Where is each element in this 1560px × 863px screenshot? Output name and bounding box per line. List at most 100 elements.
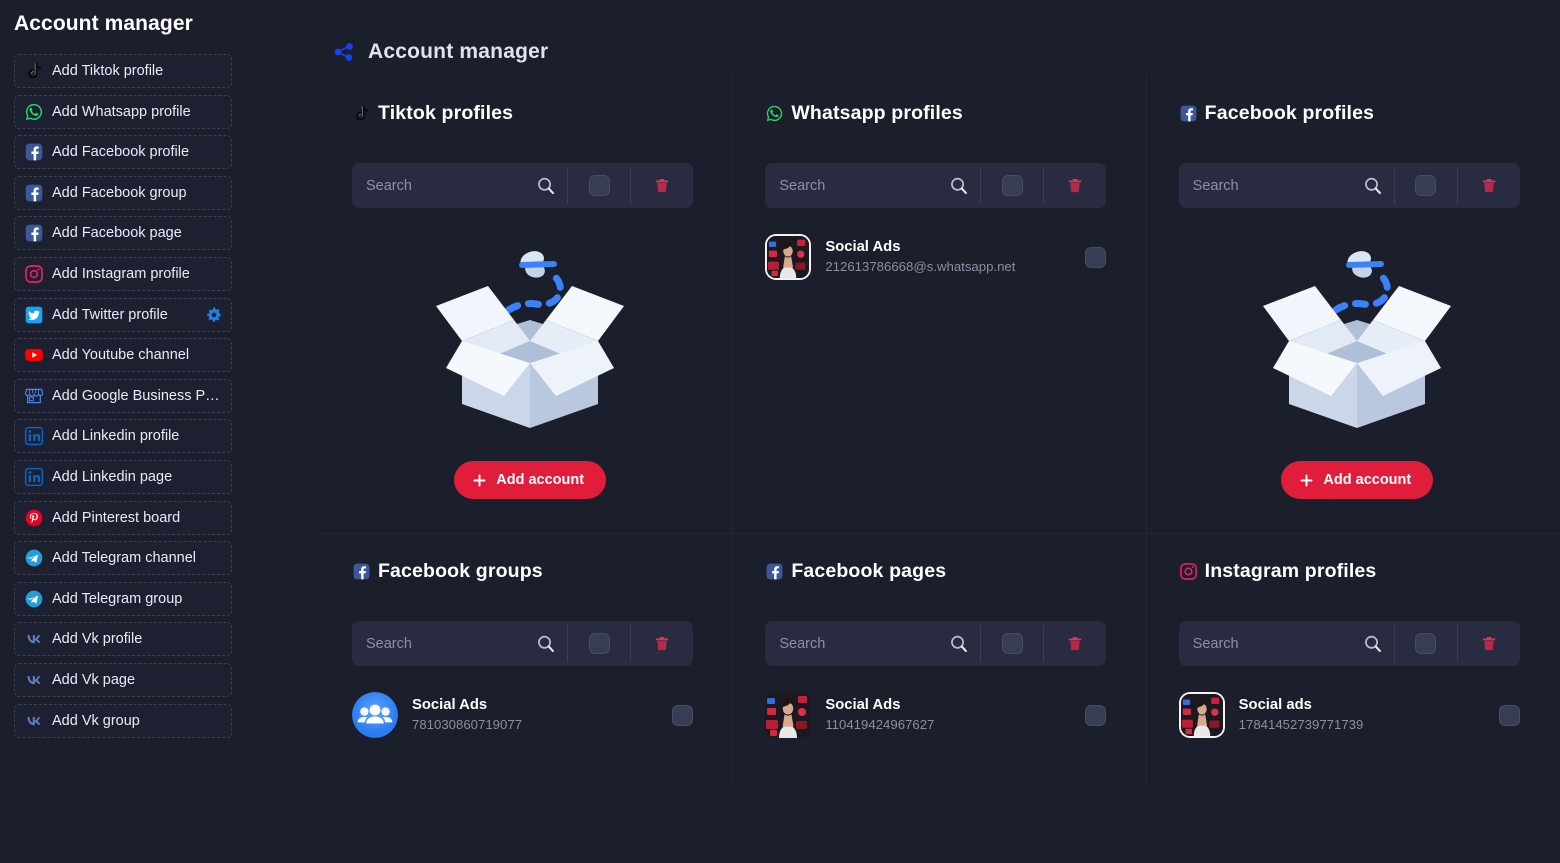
sidebar-item-add-youtube-channel[interactable]: Add Youtube channel — [14, 338, 232, 373]
sidebar-item-add-vk-page[interactable]: Add Vk page — [14, 662, 232, 697]
select-all-cell[interactable] — [1395, 621, 1457, 666]
search-toolbar — [352, 621, 693, 666]
account-info: Social Ads 781030860719077 — [412, 696, 672, 734]
account-row[interactable]: Social Ads 781030860719077 — [352, 692, 693, 738]
account-name: Social Ads — [412, 697, 488, 713]
select-all-cell[interactable] — [1395, 163, 1457, 208]
add-account-button[interactable]: Add account — [1281, 461, 1434, 499]
sidebar: Account manager Add Tiktok profile Add Wh… — [0, 0, 320, 863]
search-input[interactable] — [1192, 635, 1362, 652]
sidebar-item-add-telegram-group[interactable]: Add Telegram group — [14, 581, 232, 616]
card-tiktok-profiles: Tiktok profiles Add account — [320, 74, 734, 534]
sidebar-item-add-pinterest-board[interactable]: Add Pinterest board — [14, 500, 232, 535]
account-manager-app: Account manager Add Tiktok profile Add Wh… — [0, 0, 1560, 863]
delete-selected-cell[interactable] — [1044, 163, 1106, 208]
sidebar-item-label: Add Facebook page — [52, 225, 182, 242]
magnifier-icon[interactable] — [948, 175, 970, 197]
sidebar-item-add-vk-group[interactable]: Add Vk group — [14, 703, 232, 738]
search-field-wrap — [1179, 163, 1394, 208]
trash-icon[interactable] — [1479, 633, 1499, 655]
search-input[interactable] — [366, 635, 535, 652]
whatsapp-icon — [24, 102, 44, 122]
magnifier-icon[interactable] — [535, 633, 557, 655]
sidebar-item-add-facebook-page[interactable]: Add Facebook page — [14, 216, 232, 251]
account-select-checkbox[interactable] — [1498, 704, 1520, 726]
sidebar-item-add-linkedin-page[interactable]: Add Linkedin page — [14, 459, 232, 494]
trash-icon[interactable] — [1479, 175, 1499, 197]
magnifier-icon[interactable] — [1362, 633, 1384, 655]
search-input[interactable] — [1192, 177, 1362, 194]
select-all-cell[interactable] — [981, 163, 1043, 208]
avatar — [1178, 692, 1225, 738]
tiktok-icon — [24, 61, 44, 81]
account-select-checkbox[interactable] — [1085, 246, 1107, 268]
select-all-cell[interactable] — [568, 621, 630, 666]
sidebar-item-add-facebook-profile[interactable]: Add Facebook profile — [14, 135, 232, 170]
card-header: Tiktok profiles — [352, 102, 708, 125]
account-name: Social Ads — [825, 239, 901, 255]
sidebar-item-add-linkedin-profile[interactable]: Add Linkedin profile — [14, 419, 232, 454]
select-all-checkbox[interactable] — [1415, 633, 1437, 654]
account-select-checkbox[interactable] — [1085, 704, 1107, 726]
select-all-checkbox[interactable] — [588, 633, 610, 654]
account-name: Social Ads — [825, 697, 901, 713]
trash-icon[interactable] — [652, 175, 672, 197]
search-input[interactable] — [779, 635, 949, 652]
search-input[interactable] — [366, 177, 535, 194]
search-input[interactable] — [779, 177, 949, 194]
whatsapp-icon — [765, 104, 784, 123]
account-row[interactable]: Social Ads 110419424967627 — [765, 692, 1107, 738]
empty-box-illustration — [1259, 228, 1455, 433]
facebook-icon — [24, 142, 44, 162]
trash-icon[interactable] — [1065, 633, 1085, 655]
sidebar-item-add-whatsapp-profile[interactable]: Add Whatsapp profile — [14, 94, 232, 129]
select-all-cell[interactable] — [568, 163, 630, 208]
select-all-cell[interactable] — [981, 621, 1043, 666]
sidebar-item-add-vk-profile[interactable]: Add Vk profile — [14, 622, 232, 657]
card-header: Instagram profiles — [1179, 560, 1536, 583]
facebook-icon — [24, 223, 44, 243]
sidebar-item-label: Add Telegram group — [52, 590, 183, 607]
sidebar-item-add-telegram-channel[interactable]: Add Telegram channel — [14, 541, 232, 576]
magnifier-icon[interactable] — [948, 633, 970, 655]
card-title: Facebook pages — [791, 560, 947, 582]
magnifier-icon[interactable] — [1362, 175, 1384, 197]
select-all-checkbox[interactable] — [1415, 175, 1437, 196]
delete-selected-cell[interactable] — [1458, 621, 1520, 666]
delete-selected-cell[interactable] — [1044, 621, 1106, 666]
sidebar-item-label: Add Instagram profile — [52, 265, 190, 282]
account-row[interactable]: Social ads 17841452739771739 — [1178, 692, 1520, 738]
select-all-checkbox[interactable] — [1001, 175, 1023, 196]
sidebar-item-add-google-business-pr[interactable]: Add Google Business Pr… — [14, 378, 232, 413]
sidebar-item-add-facebook-group[interactable]: Add Facebook group — [14, 175, 232, 210]
page-header: Account manager — [320, 0, 1560, 74]
search-toolbar — [765, 163, 1107, 208]
account-row[interactable]: Social Ads 212613786668@s.whatsapp.net — [765, 234, 1107, 280]
empty-state-facebook-profiles: Add account — [1179, 208, 1536, 499]
magnifier-icon[interactable] — [535, 175, 557, 197]
trash-icon[interactable] — [652, 633, 672, 655]
select-all-checkbox[interactable] — [1001, 633, 1023, 654]
sidebar-item-list: Add Tiktok profile Add Whatsapp profile Ad… — [0, 38, 320, 738]
search-field-wrap — [765, 621, 980, 666]
sidebar-item-label: Add Vk page — [52, 671, 136, 688]
trash-icon[interactable] — [1065, 175, 1085, 197]
add-account-button[interactable]: Add account — [454, 461, 607, 499]
account-identifier: 212613786668@s.whatsapp.net — [825, 259, 1016, 274]
select-all-checkbox[interactable] — [588, 175, 610, 196]
card-whatsapp-profiles: Whatsapp profiles Social Ads 212613786668… — [733, 74, 1147, 534]
plus-icon — [1299, 473, 1314, 488]
sidebar-item-label: Add Twitter profile — [52, 306, 168, 323]
vk-icon — [24, 711, 44, 731]
account-select-checkbox[interactable] — [672, 704, 693, 726]
gear-icon[interactable] — [205, 306, 223, 324]
sidebar-item-add-tiktok-profile[interactable]: Add Tiktok profile — [14, 54, 232, 88]
delete-selected-cell[interactable] — [1458, 163, 1520, 208]
search-toolbar — [765, 621, 1107, 666]
account-name: Social ads — [1238, 697, 1312, 713]
card-title: Whatsapp profiles — [791, 102, 963, 124]
delete-selected-cell[interactable] — [631, 163, 693, 208]
sidebar-item-add-twitter-profile[interactable]: Add Twitter profile — [14, 297, 232, 332]
delete-selected-cell[interactable] — [631, 621, 693, 666]
sidebar-item-add-instagram-profile[interactable]: Add Instagram profile — [14, 256, 232, 291]
